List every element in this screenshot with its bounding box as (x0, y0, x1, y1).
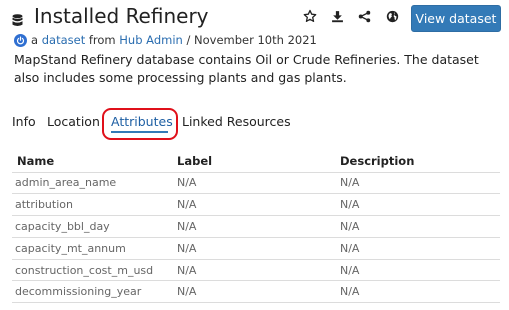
attribute-description: N/A (337, 215, 500, 238)
column-header-name: Name (17, 153, 55, 168)
attribute-label: N/A (174, 236, 337, 260)
tab-info[interactable]: Info (12, 113, 36, 130)
power-icon (14, 33, 27, 47)
page-title: Installed Refinery (34, 4, 209, 28)
table-row: capacity_mt_annum N/A N/A (12, 236, 500, 260)
attribute-description: N/A (337, 280, 500, 304)
database-icon (12, 12, 23, 26)
share-icon[interactable] (357, 9, 371, 23)
table-header-row: Name Label Description (12, 150, 500, 172)
star-icon[interactable] (303, 9, 317, 23)
dataset-description: MapStand Refinery database contains Oil … (14, 52, 479, 85)
attribute-name: capacity_bbl_day (12, 215, 174, 238)
attributes-table: Name Label Description admin_area_name N… (12, 150, 500, 304)
attribute-name: admin_area_name (12, 171, 174, 194)
view-dataset-button[interactable]: View dataset (411, 5, 501, 32)
attribute-name: attribution (12, 193, 174, 216)
table-row: capacity_bbl_day N/A N/A (12, 215, 500, 238)
attribute-name: capacity_mt_annum (12, 236, 174, 260)
globe-icon[interactable] (385, 9, 399, 23)
attribute-description: N/A (337, 193, 500, 216)
column-header-description: Description (340, 153, 415, 168)
attribute-label: N/A (174, 258, 337, 281)
byline-prefix: a (31, 33, 39, 47)
publish-date: / November 10th 2021 (186, 33, 317, 47)
byline-from: from (88, 33, 116, 47)
attribute-description: N/A (337, 258, 500, 281)
table-row: attribution N/A N/A (12, 193, 500, 216)
resource-type-link[interactable]: dataset (42, 33, 85, 47)
tab-location[interactable]: Location (47, 113, 100, 130)
attribute-label: N/A (174, 171, 337, 194)
table-row: admin_area_name N/A N/A (12, 171, 500, 194)
attribute-label: N/A (174, 215, 337, 238)
active-tab-indicator (111, 131, 168, 133)
download-icon[interactable] (330, 9, 344, 23)
attribute-description: N/A (337, 236, 500, 260)
table-row: construction_cost_m_usd N/A N/A (12, 258, 500, 281)
column-header-label: Label (177, 153, 213, 168)
author-link[interactable]: Hub Admin (119, 33, 183, 47)
attribute-label: N/A (174, 280, 337, 304)
tab-linked-resources[interactable]: Linked Resources (182, 113, 291, 130)
attribute-name: decommissioning_year (12, 280, 174, 304)
byline: a dataset from Hub Admin / November 10th… (14, 33, 317, 47)
attribute-description: N/A (337, 171, 500, 194)
tab-attributes[interactable]: Attributes (111, 113, 173, 130)
attribute-label: N/A (174, 193, 337, 216)
header: Installed Refinery View dataset (12, 4, 502, 32)
attribute-name: construction_cost_m_usd (12, 258, 174, 281)
table-row: decommissioning_year N/A N/A (12, 280, 500, 304)
